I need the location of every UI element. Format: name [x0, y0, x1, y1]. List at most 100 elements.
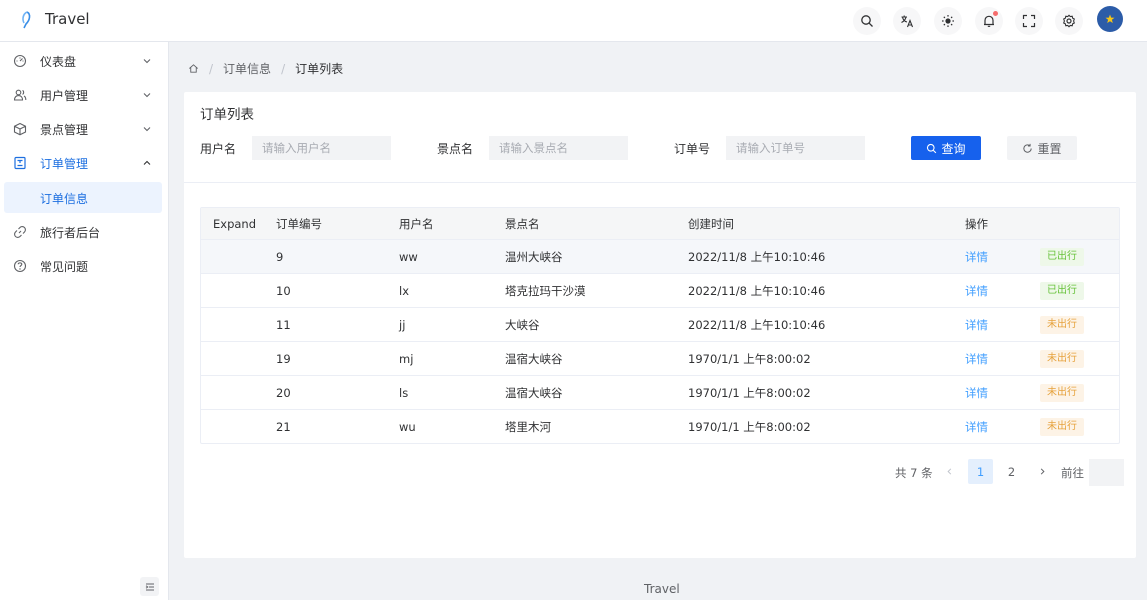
spot-label: 景点名 [437, 142, 474, 156]
detail-link[interactable]: 详情 [965, 283, 988, 299]
cell-created-time: 1970/1/1 上午8:00:02 [688, 351, 811, 366]
divider [184, 182, 1136, 183]
sidebar-item-traveler-backend[interactable]: 旅行者后台 [0, 215, 168, 249]
refresh-icon [1023, 143, 1033, 153]
pagination-goto-input[interactable] [1089, 459, 1124, 486]
header-expand: Expand [213, 216, 257, 231]
cell-order-id: 21 [276, 419, 291, 434]
header-order-id: 订单编号 [276, 216, 322, 231]
order-icon [14, 156, 26, 170]
spot-input[interactable] [489, 136, 628, 160]
sidebar-item-user-management[interactable]: 用户管理 [0, 78, 168, 112]
sidebar-item-label: 订单管理 [40, 157, 89, 171]
cell-spot: 温宿大峡谷 [505, 385, 563, 400]
table-row[interactable]: 20 ls 温宿大峡谷 1970/1/1 上午8:00:02 详情 未出行 [201, 376, 1119, 410]
cell-created-time: 1970/1/1 上午8:00:02 [688, 419, 811, 434]
status-badge: 未出行 [1040, 315, 1084, 334]
sidebar: 仪表盘 用户管理 景点管理 订单管理 订单信息 旅行者后台 常见问题 [0, 42, 169, 600]
cell-order-id: 20 [276, 385, 291, 400]
order-number-label: 订单号 [674, 142, 711, 156]
notification-badge [993, 11, 998, 16]
cell-username: lx [399, 283, 410, 298]
table-row[interactable]: 11 jj 大峡谷 2022/11/8 上午10:10:46 详情 未出行 [201, 308, 1119, 342]
page-1-button[interactable]: 1 [968, 459, 993, 484]
sidebar-item-label: 仪表盘 [40, 55, 77, 69]
star-avatar-icon [1105, 14, 1115, 23]
chevron-down-icon [143, 93, 151, 98]
pagination-total: 共 7 条 [895, 466, 933, 480]
cell-order-id: 9 [276, 249, 284, 264]
chevron-down-icon [143, 59, 151, 64]
order-number-input[interactable] [726, 136, 865, 160]
users-icon [13, 89, 27, 101]
detail-link[interactable]: 详情 [965, 385, 988, 401]
cell-created-time: 1970/1/1 上午8:00:02 [688, 385, 811, 400]
bell-icon [984, 15, 994, 27]
chevron-up-icon [143, 160, 151, 165]
cell-spot: 塔里木河 [505, 419, 551, 434]
cell-created-time: 2022/11/8 上午10:10:46 [688, 249, 826, 264]
sidebar-item-label: 旅行者后台 [40, 226, 101, 240]
cell-spot: 大峡谷 [505, 317, 540, 332]
prev-page-button[interactable] [937, 459, 962, 484]
detail-link[interactable]: 详情 [965, 249, 988, 265]
cell-order-id: 10 [276, 283, 291, 298]
detail-link[interactable]: 详情 [965, 419, 988, 435]
cell-created-time: 2022/11/8 上午10:10:46 [688, 283, 826, 298]
fullscreen-button[interactable] [1015, 7, 1043, 35]
table-row[interactable]: 21 wu 塔里木河 1970/1/1 上午8:00:02 详情 未出行 [201, 410, 1119, 443]
table-row[interactable]: 9 ww 温州大峡谷 2022/11/8 上午10:10:46 详情 已出行 [201, 240, 1119, 274]
app-title: Travel [45, 10, 90, 28]
next-page-button[interactable] [1030, 459, 1055, 484]
query-button[interactable]: 查询 [911, 136, 981, 160]
detail-link[interactable]: 详情 [965, 317, 988, 333]
reset-button[interactable]: 重置 [1007, 136, 1077, 160]
sidebar-item-label: 常见问题 [40, 260, 89, 274]
breadcrumb-order-list: 订单列表 [295, 62, 344, 76]
sidebar-item-spot-management[interactable]: 景点管理 [0, 112, 168, 146]
detail-link[interactable]: 详情 [965, 351, 988, 367]
translate-button[interactable] [893, 7, 921, 35]
cell-username: wu [399, 419, 416, 434]
search-button[interactable] [853, 7, 881, 35]
table-row[interactable]: 19 mj 温宿大峡谷 1970/1/1 上午8:00:02 详情 未出行 [201, 342, 1119, 376]
sidebar-item-faq[interactable]: 常见问题 [0, 249, 168, 283]
sidebar-item-order-management[interactable]: 订单管理 [0, 146, 168, 180]
search-icon [861, 15, 873, 27]
sidebar-collapse-button[interactable] [140, 577, 159, 596]
feather-logo-icon [22, 11, 31, 29]
order-table: Expand 订单编号 用户名 景点名 创建时间 操作 9 ww 温州大峡谷 2… [200, 207, 1120, 444]
username-input[interactable] [252, 136, 391, 160]
cell-order-id: 19 [276, 351, 291, 366]
cell-username: ls [399, 385, 409, 400]
cell-order-id: 11 [276, 317, 291, 332]
cell-spot: 温宿大峡谷 [505, 351, 563, 366]
sidebar-item-label: 景点管理 [40, 123, 89, 137]
sidebar-subitem-label: 订单信息 [40, 192, 89, 206]
sidebar-item-dashboard[interactable]: 仪表盘 [0, 44, 168, 78]
breadcrumb-order-info[interactable]: 订单信息 [223, 60, 271, 77]
dashboard-icon [13, 54, 27, 68]
settings-button[interactable] [1055, 7, 1083, 35]
notification-button[interactable] [975, 7, 1003, 35]
pagination: 共 7 条 1 2 前往 [184, 459, 1136, 486]
home-icon[interactable] [188, 63, 199, 74]
box-icon [13, 122, 27, 136]
sidebar-item-label: 用户管理 [40, 89, 89, 103]
cell-spot: 塔克拉玛干沙漠 [505, 283, 586, 298]
sidebar-subitem-order-info[interactable]: 订单信息 [4, 182, 162, 213]
sun-icon [942, 15, 954, 27]
chevron-left-icon [947, 468, 952, 475]
page-2-button[interactable]: 2 [999, 459, 1024, 484]
user-avatar[interactable] [1097, 6, 1123, 32]
status-badge: 未出行 [1040, 349, 1084, 368]
table-row[interactable]: 10 lx 塔克拉玛干沙漠 2022/11/8 上午10:10:46 详情 已出… [201, 274, 1119, 308]
order-list-card: 订单列表 用户名 景点名 订单号 查询 重置 Expand 订单编号 用户名 景… [184, 92, 1136, 558]
cell-username: mj [399, 351, 414, 366]
header-spot: 景点名 [505, 216, 540, 231]
footer-text: Travel [644, 582, 680, 596]
header-created-time: 创建时间 [688, 216, 734, 231]
theme-toggle-button[interactable] [934, 7, 962, 35]
pagination-goto-label: 前往 [1061, 466, 1084, 480]
cell-username: jj [399, 317, 406, 332]
